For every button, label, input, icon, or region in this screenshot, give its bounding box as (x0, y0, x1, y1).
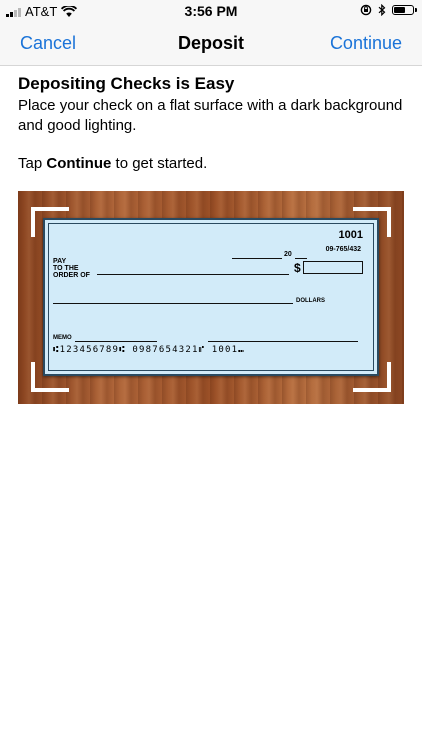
pay-line-1: PAY (53, 258, 67, 265)
signature-line (208, 341, 358, 342)
written-amount-line (53, 303, 293, 304)
check-illustration: 1001 09-765/432 20 PAY TO THE ORDER OF $… (18, 191, 404, 404)
tap-prefix: Tap (18, 155, 47, 172)
date-line (232, 258, 282, 259)
pay-to-label: PAY TO THE ORDER OF (53, 258, 90, 279)
amount-box (303, 261, 363, 274)
dollars-label: DOLLARS (296, 298, 325, 304)
dollar-sign: $ (294, 261, 301, 275)
check-number: 1001 (338, 229, 363, 241)
pay-line-2: TO THE (53, 265, 79, 272)
orientation-lock-icon (360, 4, 372, 16)
continue-button[interactable]: Continue (330, 33, 402, 54)
instructions: Depositing Checks is Easy Place your che… (18, 74, 408, 174)
status-time: 3:56 PM (184, 3, 238, 19)
date-line-end (295, 258, 307, 259)
tap-suffix: to get started. (111, 155, 208, 172)
instructions-heading: Depositing Checks is Easy (18, 74, 235, 93)
tap-continue-text: Tap Continue to get started. (18, 154, 408, 174)
pay-line-3: ORDER OF (53, 272, 90, 279)
check-routing-fraction: 09-765/432 (325, 246, 361, 253)
bluetooth-icon (378, 4, 386, 16)
date-year-prefix: 20 (284, 251, 292, 258)
tap-continue-bold: Continue (46, 155, 112, 172)
battery-icon (392, 5, 417, 15)
instructions-description: Place your check on a flat surface with … (18, 97, 403, 134)
memo-line (75, 341, 157, 342)
status-right (360, 4, 417, 16)
status-bar: AT&T 3:56 PM (0, 0, 422, 22)
micr-line: ⑆123456789⑆ 0987654321⑈ 1001⑉ (53, 345, 245, 355)
payee-line (97, 274, 289, 275)
memo-label: MEMO (53, 335, 72, 341)
sample-check: 1001 09-765/432 20 PAY TO THE ORDER OF $… (43, 218, 379, 376)
navigation-bar: Cancel Deposit Continue (0, 22, 422, 66)
